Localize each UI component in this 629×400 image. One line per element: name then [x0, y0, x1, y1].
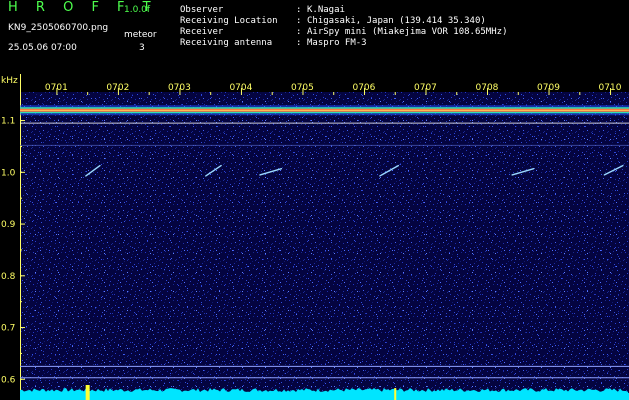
y-tick-label: 0.7: [1, 324, 15, 334]
time-label: 0703: [168, 83, 191, 93]
y-tick-label: 0.8: [1, 272, 16, 282]
power-spike: [394, 388, 397, 400]
time-label: 0704: [229, 83, 252, 93]
datetime-label: 25.05.06 07:00: [8, 43, 77, 53]
time-label: 0710: [599, 83, 622, 93]
mode-label: meteor: [124, 30, 157, 40]
time-label: 0702: [106, 83, 129, 93]
carrier-band-peak: [20, 109, 629, 111]
spectrogram-plot: kHz 1.1 1.0 0.9 0.8 0.7 0.6 0701 0702 0703 0704 07…: [1, 74, 629, 400]
power-spike: [85, 385, 90, 400]
time-label: 0709: [537, 83, 560, 93]
header-panel: H R O F F T 1.0.0f KN9_2505060700.png me…: [0, 0, 629, 74]
time-label: 0706: [352, 83, 375, 93]
y-tick-label: 0.9: [1, 220, 16, 230]
y-tick-label: 1.1: [1, 117, 15, 127]
version-label: 1.0.0f: [124, 5, 151, 15]
time-label: 0705: [291, 83, 314, 93]
antenna-value: Maspro FM-3: [307, 38, 367, 48]
antenna-separator: :: [296, 38, 302, 48]
time-label: 0707: [414, 83, 437, 93]
meteor-count: 3: [139, 43, 145, 53]
y-tick-label: 0.6: [1, 375, 16, 385]
antenna-label: Receiving antenna: [180, 38, 273, 48]
time-label: 0701: [45, 83, 68, 93]
y-tick-label: 1.0: [1, 168, 16, 178]
filename-label: KN9_2505060700.png: [8, 23, 109, 33]
time-label: 0708: [476, 83, 499, 93]
y-axis-unit: kHz: [1, 76, 18, 86]
plot-noise-overlay: [20, 92, 629, 400]
